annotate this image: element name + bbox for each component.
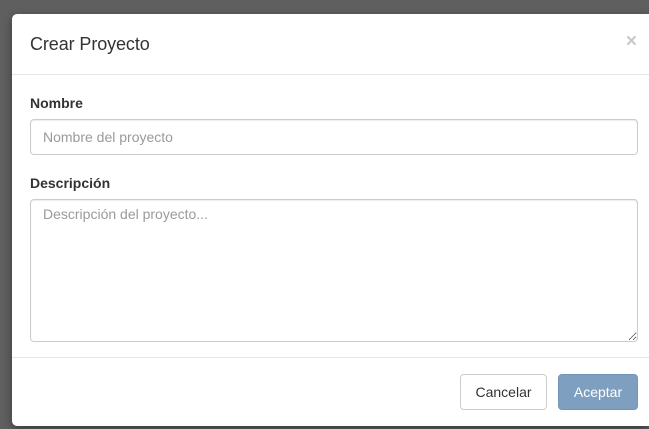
modal-header: Crear Proyecto × xyxy=(12,14,649,75)
cancel-button[interactable]: Cancelar xyxy=(460,374,547,410)
description-label: Descripción xyxy=(30,175,111,191)
modal-backdrop xyxy=(0,0,649,14)
modal-footer: Cancelar Aceptar xyxy=(12,357,649,426)
accept-button[interactable]: Aceptar xyxy=(558,374,638,410)
modal-title: Crear Proyecto xyxy=(30,34,150,54)
project-name-input[interactable] xyxy=(30,119,638,155)
create-project-modal: Crear Proyecto × Nombre Descripción Canc… xyxy=(12,14,649,426)
name-label: Nombre xyxy=(30,95,83,111)
project-description-textarea[interactable] xyxy=(30,199,638,342)
close-icon[interactable]: × xyxy=(626,32,637,51)
